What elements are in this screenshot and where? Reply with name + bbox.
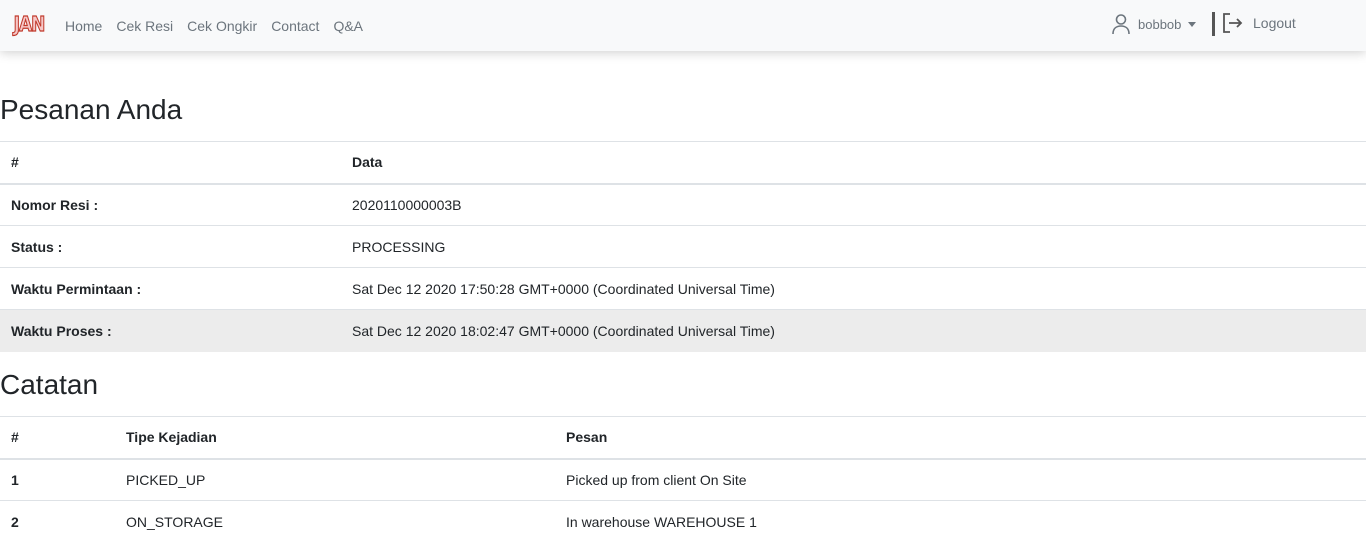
nav-links: Home Cek Resi Cek Ongkir Contact Q&A — [65, 0, 377, 51]
row-event-type: ON_STORAGE — [115, 500, 555, 543]
table-row: Waktu Proses : Sat Dec 12 2020 18:02:47 … — [0, 309, 1366, 352]
table-row: Waktu Permintaan : Sat Dec 12 2020 17:50… — [0, 267, 1366, 310]
logout-button[interactable]: Logout — [1222, 11, 1296, 35]
row-label: Waktu Proses : — [0, 309, 341, 352]
row-number: 1 — [0, 458, 115, 501]
row-value: 2020110000003B — [341, 183, 1366, 226]
row-event-type: PICKED_UP — [115, 458, 555, 501]
table-row: 2 ON_STORAGE In warehouse WAREHOUSE 1 — [0, 500, 1366, 543]
table-header-row: # Data — [0, 141, 1366, 185]
logout-label: Logout — [1253, 15, 1296, 31]
nav-link-cek-ongkir[interactable]: Cek Ongkir — [187, 18, 257, 34]
nav-link-home[interactable]: Home — [65, 18, 102, 34]
nav-divider — [1212, 12, 1215, 36]
row-label: Waktu Permintaan : — [0, 267, 341, 310]
row-value: Sat Dec 12 2020 18:02:47 GMT+0000 (Coord… — [341, 309, 1366, 352]
row-label: Nomor Resi : — [0, 183, 341, 226]
user-dropdown[interactable]: bobbob — [1111, 12, 1197, 36]
column-header: # — [0, 416, 115, 460]
nav-link-contact[interactable]: Contact — [271, 18, 319, 34]
table-row: Nomor Resi : 2020110000003B — [0, 183, 1366, 226]
row-message: Picked up from client On Site — [555, 458, 1366, 501]
notes-heading: Catatan — [0, 369, 99, 400]
column-header: Pesan — [555, 416, 1366, 460]
brand-logo[interactable]: JAN — [13, 9, 46, 40]
row-message: In warehouse WAREHOUSE 1 — [555, 500, 1366, 543]
row-value: PROCESSING — [341, 225, 1366, 268]
column-header: Data — [341, 141, 1366, 185]
logout-icon — [1223, 13, 1243, 33]
nav-link-cek-resi[interactable]: Cek Resi — [116, 18, 173, 34]
column-header: Tipe Kejadian — [115, 416, 555, 460]
nav-link-qa[interactable]: Q&A — [333, 18, 363, 34]
user-icon — [1112, 14, 1130, 35]
table-row: 1 PICKED_UP Picked up from client On Sit… — [0, 458, 1366, 501]
row-value: Sat Dec 12 2020 17:50:28 GMT+0000 (Coord… — [341, 267, 1366, 310]
column-header: # — [0, 141, 341, 185]
table-row: Status : PROCESSING — [0, 225, 1366, 268]
notes-table: # Tipe Kejadian Pesan 1 PICKED_UP Picked… — [0, 416, 1366, 543]
row-number: 2 — [0, 500, 115, 543]
row-label: Status : — [0, 225, 341, 268]
table-header-row: # Tipe Kejadian Pesan — [0, 416, 1366, 460]
caret-down-icon — [1188, 21, 1197, 27]
username: bobbob — [1138, 16, 1182, 32]
navbar: JAN Home Cek Resi Cek Ongkir Contact Q&A… — [0, 0, 1366, 51]
order-heading: Pesanan Anda — [0, 94, 183, 125]
order-table: # Data Nomor Resi : 2020110000003B Statu… — [0, 141, 1366, 352]
